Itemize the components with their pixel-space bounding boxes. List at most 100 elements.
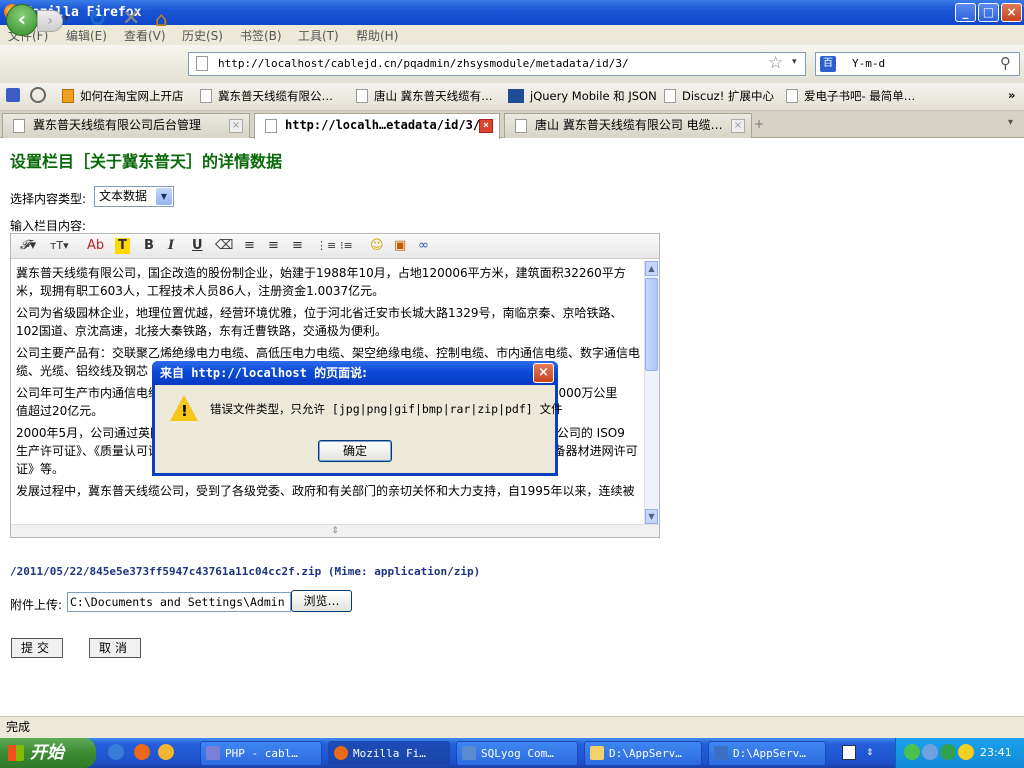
menu-bookmarks[interactable]: 书签(B): [240, 27, 282, 44]
content-type-select[interactable]: 文本数据 ▼: [94, 186, 174, 207]
cancel-button[interactable]: 取消: [89, 638, 141, 658]
close-window-button[interactable]: ×: [1001, 3, 1022, 22]
url-text[interactable]: http://localhost/cablejd.cn/pqadmin/zhsy…: [218, 57, 629, 70]
search-engine-icon[interactable]: 百: [820, 56, 836, 72]
url-dropdown-icon[interactable]: ▾: [792, 57, 797, 67]
new-tab-icon[interactable]: +: [754, 117, 764, 131]
editor-resize-handle[interactable]: ⇕: [11, 524, 659, 537]
php-icon: [206, 746, 220, 760]
ok-button[interactable]: 确定: [318, 440, 392, 462]
bookmark-item[interactable]: 冀东普天线缆有限公…: [200, 88, 333, 104]
bookmarks-overflow-icon[interactable]: »: [1008, 88, 1015, 102]
search-icon[interactable]: ⚲: [1000, 54, 1011, 72]
eraser-icon[interactable]: ⌫: [215, 238, 233, 254]
tab-close-icon[interactable]: ×: [731, 119, 745, 133]
menu-help[interactable]: 帮助(H): [356, 27, 398, 44]
unordered-list-icon[interactable]: ⁝≡: [340, 238, 353, 254]
ie-icon[interactable]: [108, 744, 124, 760]
desktop-icon[interactable]: [842, 745, 856, 760]
editor-paragraph: 冀东普天线缆有限公司，国企改造的股份制企业，始建于1988年10月，占地1200…: [16, 266, 626, 298]
page-icon: [356, 89, 368, 103]
back-button[interactable]: ‹: [6, 4, 38, 36]
font-family-icon[interactable]: 𝓕▾: [20, 238, 36, 254]
link-icon[interactable]: ∞: [418, 238, 429, 254]
highlight-icon[interactable]: T: [115, 238, 130, 254]
network-icon[interactable]: [904, 744, 920, 760]
align-left-icon[interactable]: ≡: [244, 238, 255, 254]
dialog-close-button[interactable]: ×: [533, 363, 554, 383]
messenger-icon[interactable]: [158, 744, 174, 760]
content-label: 输入栏目内容:: [10, 219, 87, 233]
sqlyog-icon: [462, 746, 476, 760]
underline-icon[interactable]: U: [192, 238, 203, 254]
tab-close-icon[interactable]: ×: [229, 119, 243, 133]
task-explorer[interactable]: D:\AppServ…: [584, 741, 702, 766]
page-title: 设置栏目［关于冀东普天］的详情数据: [10, 152, 283, 171]
bookmark-star-icon[interactable]: ☆: [768, 53, 783, 73]
bookmark-item[interactable]: 如何在淘宝网上开店: [62, 88, 184, 104]
firefox-icon: [334, 746, 348, 760]
image-icon[interactable]: ▣: [394, 238, 406, 254]
tab-admin[interactable]: 冀东普天线缆有限公司后台管理 ×: [2, 113, 250, 138]
bookmark-item[interactable]: Discuz! 扩展中心: [664, 88, 774, 104]
bookmark-item[interactable]: jQuery Mobile 和 JSON: [508, 88, 657, 104]
task-explorer[interactable]: D:\AppServ…: [708, 741, 826, 766]
maximize-button[interactable]: □: [978, 3, 999, 22]
firefox-icon[interactable]: [134, 744, 150, 760]
windows-logo-icon: [8, 745, 24, 761]
update-icon[interactable]: [958, 744, 974, 760]
status-text: 完成: [6, 720, 31, 734]
scroll-down-icon[interactable]: ▼: [645, 509, 658, 524]
search-input[interactable]: [815, 52, 1020, 76]
scroll-up-icon[interactable]: ▲: [645, 261, 658, 276]
bookmark-item[interactable]: 唐山 冀东普天线缆有…: [356, 88, 493, 104]
editor-paragraph: 公司为省级园林企业，地理位置优越，经营环境优雅，位于河北省迁安市长城大路1329…: [16, 306, 623, 338]
attachment-file-input[interactable]: C:\Documents and Settings\Admin: [67, 592, 291, 612]
menu-history[interactable]: 历史(S): [182, 27, 223, 44]
font-color-icon[interactable]: Ab: [87, 238, 104, 254]
chevron-down-icon[interactable]: ▼: [156, 188, 172, 205]
task-sqlyog[interactable]: SQLyog Com…: [456, 741, 578, 766]
home-icon[interactable]: ⌂: [155, 8, 168, 30]
stop-icon[interactable]: ✕: [122, 8, 140, 30]
browse-button[interactable]: 浏览…: [291, 590, 352, 612]
align-center-icon[interactable]: ≡: [268, 238, 279, 254]
page-icon: [265, 119, 277, 133]
bookmark-item[interactable]: 爱电子书吧- 最简单…: [786, 88, 915, 104]
font-size-icon[interactable]: тT▾: [50, 238, 69, 254]
tab-list-icon[interactable]: ▾: [1008, 117, 1013, 128]
tab-metadata[interactable]: http://localh…etadata/id/3/×: [254, 113, 500, 139]
menu-bar: 文件(F) 编辑(E) 查看(V) 历史(S) 书签(B) 工具(T) 帮助(H…: [0, 25, 1024, 45]
content-type-label: 选择内容类型:: [10, 192, 87, 206]
history-dropdown-icon[interactable]: ▾: [64, 14, 69, 24]
page-icon: [196, 56, 208, 71]
security-icon[interactable]: [940, 744, 956, 760]
search-text[interactable]: Y-m-d: [852, 57, 885, 70]
menu-tools[interactable]: 工具(T): [298, 27, 339, 44]
reload-icon[interactable]: ↻: [88, 9, 106, 31]
bold-icon[interactable]: B: [144, 238, 154, 254]
bookmarks-menu-icon[interactable]: [6, 88, 20, 102]
history-clock-icon[interactable]: [30, 87, 46, 103]
task-firefox[interactable]: Mozilla Fi…: [328, 741, 450, 766]
editor-paragraph: 发展过程中，冀东普天线缆公司，受到了各级党委、政府和有关部门的亲切关怀和大力支持…: [16, 484, 635, 498]
italic-icon[interactable]: I: [168, 238, 174, 254]
tray-expand-icon[interactable]: ⇕: [866, 748, 874, 758]
warning-mark: !: [181, 402, 188, 420]
ordered-list-icon[interactable]: ⋮≡: [316, 238, 336, 254]
tab-company[interactable]: 唐山 冀东普天线缆有限公司 电缆… ×: [504, 113, 752, 138]
align-right-icon[interactable]: ≡: [292, 238, 303, 254]
dialog-title: 来自 http://localhost 的页面说:: [152, 361, 558, 385]
forward-button[interactable]: ›: [37, 10, 63, 32]
attachment-label: 附件上传:: [10, 598, 63, 612]
rss-icon: [62, 89, 74, 103]
status-bar: 完成: [0, 716, 1024, 738]
page-icon: [664, 89, 676, 103]
emoticon-icon[interactable]: ☺: [370, 238, 384, 254]
minimize-button[interactable]: _: [955, 3, 976, 22]
submit-button[interactable]: 提交: [11, 638, 63, 658]
tab-close-icon[interactable]: ×: [479, 119, 493, 133]
volume-icon[interactable]: [922, 744, 938, 760]
scroll-thumb[interactable]: [645, 278, 658, 371]
task-php[interactable]: PHP - cabl…: [200, 741, 322, 766]
